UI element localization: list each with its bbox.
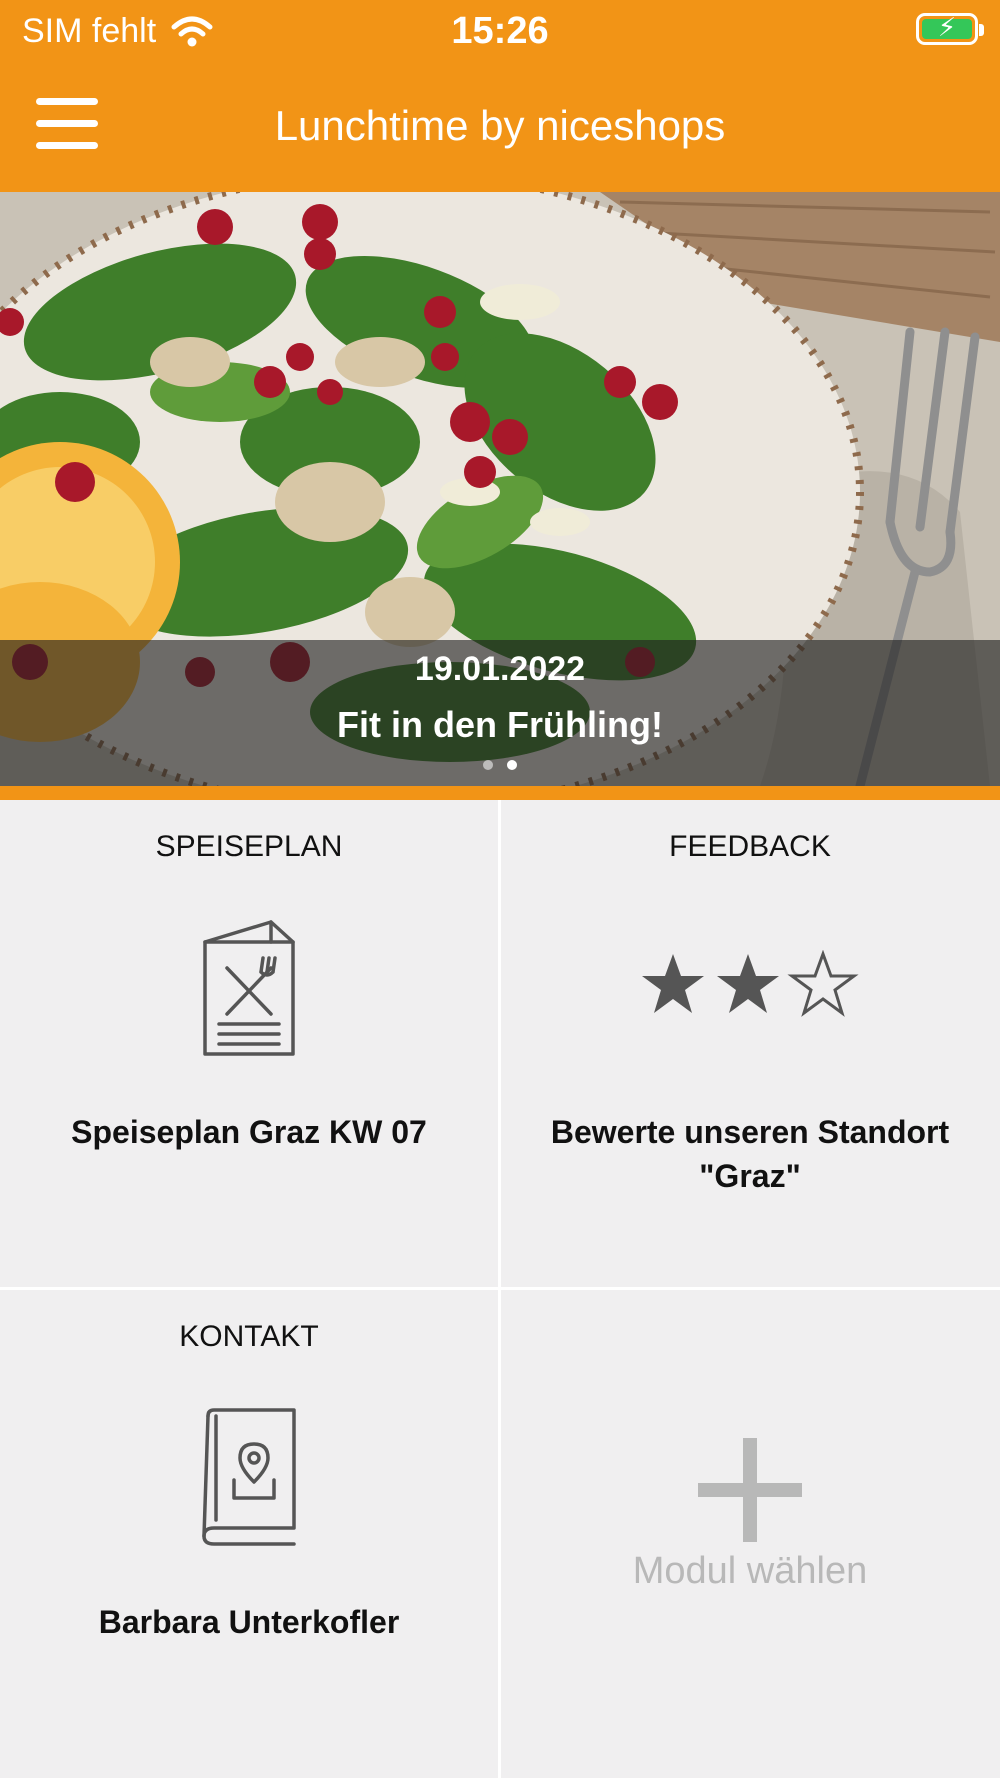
star-rating-icon bbox=[501, 949, 999, 1025]
speiseplan-tile[interactable]: SPEISEPLAN Speiseplan Graz KW 07 bbox=[0, 800, 498, 1287]
tile-header: SPEISEPLAN bbox=[155, 830, 343, 863]
tile-footer: Speiseplan Graz KW 07 bbox=[71, 1114, 427, 1150]
banner-accent-strip bbox=[0, 786, 1000, 800]
tile-footer: Barbara Unterkofler bbox=[98, 1604, 400, 1640]
page-indicator bbox=[0, 760, 1000, 770]
page-dot-2[interactable] bbox=[507, 760, 517, 770]
page-dot-1[interactable] bbox=[483, 760, 493, 770]
app-title: Lunchtime by niceshops bbox=[274, 102, 726, 149]
menu-card-icon bbox=[0, 920, 498, 1065]
banner-date: 19.01.2022 bbox=[414, 650, 586, 688]
status-time: 15:26 bbox=[451, 10, 549, 52]
star-filled-2 bbox=[717, 954, 779, 1013]
hero-banner[interactable]: 19.01.2022 Fit in den Frühling! bbox=[0, 192, 1000, 786]
plus-icon bbox=[501, 1438, 999, 1547]
banner-title: Fit in den Frühling! bbox=[337, 704, 663, 745]
star-filled-1 bbox=[642, 954, 704, 1013]
banner-caption: 19.01.2022 Fit in den Frühling! bbox=[0, 640, 1000, 786]
tile-footer: Bewerte unseren Standort "Graz" bbox=[550, 1114, 950, 1194]
tile-divider-horizontal bbox=[0, 1287, 1000, 1290]
kontakt-tile[interactable]: KONTAKT Barbara Unterkofler bbox=[0, 1290, 498, 1778]
add-module-tile[interactable]: Modul wählen bbox=[501, 1290, 999, 1778]
add-module-label: Modul wählen bbox=[632, 1550, 868, 1592]
tile-header: FEEDBACK bbox=[669, 830, 831, 863]
contact-book-icon bbox=[0, 1408, 498, 1553]
star-empty-3 bbox=[787, 949, 859, 1017]
feedback-tile[interactable]: FEEDBACK Bewerte unseren Standort "Graz" bbox=[501, 800, 999, 1287]
battery-icon: ⚡ bbox=[916, 12, 984, 45]
tile-header: KONTAKT bbox=[179, 1320, 319, 1353]
top-bar: SIM fehlt 15:26 ⚡ Lunchtime by niceshops bbox=[0, 0, 1000, 192]
